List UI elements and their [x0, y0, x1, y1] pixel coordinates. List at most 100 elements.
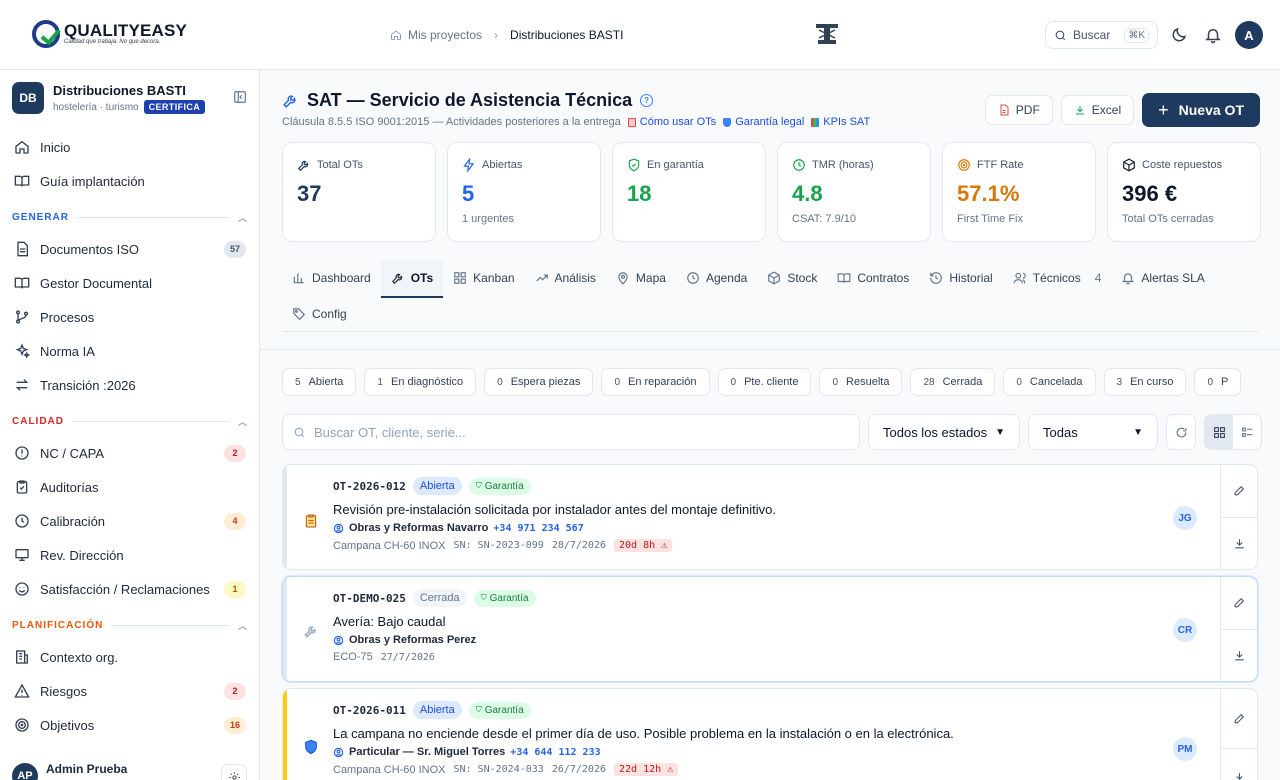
kpi-subtext: 1 urgentes — [462, 213, 514, 225]
sidebar-item-contexto[interactable]: Contexto org. — [0, 640, 259, 674]
tab-contratos[interactable]: Contratos — [827, 260, 919, 296]
ot-date: 26/7/2026 — [551, 764, 606, 775]
tab-kanban[interactable]: Kanban — [443, 260, 524, 296]
clock-icon — [15, 514, 29, 528]
ot-code[interactable]: OT-2026-011 — [333, 704, 406, 717]
download-button[interactable] — [1221, 516, 1257, 570]
global-search-button[interactable]: Buscar ⌘K — [1045, 21, 1158, 49]
sidebar-item-norma-ia[interactable]: Norma IA — [0, 334, 259, 368]
sidebar-item-documentos-iso[interactable]: Documentos ISO 57 — [0, 232, 259, 266]
sidebar-item-gestor-documental[interactable]: Gestor Documental — [0, 266, 259, 300]
chip-count: 1 — [377, 376, 383, 388]
page-subtitle: Cláusula 8.5.5 ISO 9001:2015 — Actividad… — [282, 116, 621, 128]
tab-config[interactable]: Config — [282, 296, 357, 332]
status-select[interactable]: Todos los estados ▼ — [868, 414, 1020, 450]
sidebar-item-guia[interactable]: Guía implantación — [0, 164, 259, 198]
technician-avatar[interactable]: JG — [1173, 506, 1197, 530]
breadcrumb-home[interactable]: Mis proyectos — [408, 28, 482, 42]
bell-icon[interactable] — [1204, 26, 1222, 44]
link-como-usar[interactable]: Cómo usar OTs — [627, 116, 716, 128]
export-pdf-button[interactable]: PDF — [984, 95, 1053, 125]
tab-tecnicos[interactable]: Técnicos 4 — [1003, 260, 1112, 296]
section-generar[interactable]: GENERAR ︿ — [0, 202, 259, 232]
ot-phone[interactable]: +34 644 112 233 — [510, 747, 600, 758]
warranty-label: Garantía — [484, 480, 524, 492]
export-excel-button[interactable]: Excel — [1060, 95, 1135, 125]
settings-button[interactable] — [221, 764, 247, 780]
sidebar-item-satisfaccion[interactable]: Satisfacción / Reclamaciones 1 — [0, 572, 259, 606]
tab-alertas-sla[interactable]: Alertas SLA — [1111, 260, 1214, 296]
status-chip[interactable]: 0 Resuelta — [819, 368, 903, 396]
ot-search-input[interactable]: Buscar OT, cliente, serie... — [282, 414, 860, 450]
moon-icon[interactable] — [1170, 26, 1188, 44]
sidebar-item-nc-capa[interactable]: NC / CAPA 2 — [0, 436, 259, 470]
tab-ots[interactable]: OTs — [380, 260, 444, 298]
sidebar-item-procesos[interactable]: Procesos — [0, 300, 259, 334]
brand-name: QUALITYEASY — [64, 21, 188, 40]
ot-description: La campana no enciende desde el primer d… — [333, 726, 954, 741]
tab-dashboard[interactable]: Dashboard — [282, 260, 381, 296]
kpi-card: Total OTs 37 — [282, 142, 436, 242]
link-garantia[interactable]: Garantía legal — [723, 116, 804, 128]
ot-description: Avería: Bajo caudal — [333, 614, 446, 629]
link-label: Garantía legal — [735, 116, 805, 128]
ot-card[interactable]: OT-2026-012 Abierta ⛉ Garantía Revisión p… — [282, 464, 1258, 570]
help-icon[interactable]: ? — [640, 94, 654, 107]
technician-avatar[interactable]: PM — [1173, 737, 1197, 761]
status-chip[interactable]: 0 En reparación — [601, 368, 710, 396]
status-chip[interactable]: 0 Cancelada — [1003, 368, 1096, 396]
ot-phone[interactable]: +34 971 234 567 — [493, 523, 583, 534]
edit-button[interactable] — [1221, 689, 1257, 748]
refresh-button[interactable] — [1166, 414, 1196, 450]
kpi-label-row: FTF Rate — [957, 158, 1081, 172]
tab-historial[interactable]: Historial — [919, 260, 1002, 296]
sidebar-item-calibracion[interactable]: Calibración 4 — [0, 504, 259, 538]
new-ot-button[interactable]: + Nueva OT — [1142, 93, 1260, 127]
sidebar-item-riesgos[interactable]: Riesgos 2 — [0, 674, 259, 708]
technician-avatar[interactable]: CR — [1173, 618, 1197, 642]
grid-view-button[interactable] — [1205, 415, 1233, 449]
priority-select[interactable]: Todas ▼ — [1028, 414, 1158, 450]
status-chip[interactable]: 0 Espera piezas — [484, 368, 594, 396]
status-chip[interactable]: 1 En diagnóstico — [364, 368, 477, 396]
sidebar-item-inicio[interactable]: Inicio — [0, 130, 259, 164]
sidebar-item-transicion[interactable]: Transición :2026 — [0, 368, 259, 402]
status-chip[interactable]: 28 Cerrada — [910, 368, 996, 396]
sidebar-user[interactable]: AP Admin Prueba — [12, 760, 247, 780]
sidebar-item-rev-direccion[interactable]: Rev. Dirección — [0, 538, 259, 572]
status-chip[interactable]: 0P — [1194, 368, 1242, 396]
chip-label: En curso — [1130, 376, 1174, 388]
edit-button[interactable] — [1221, 465, 1257, 517]
ot-code[interactable]: OT-DEMO-025 — [333, 592, 406, 605]
user-avatar[interactable]: A — [1235, 21, 1263, 49]
tab-agenda[interactable]: Agenda — [676, 260, 757, 296]
ot-card[interactable]: OT-2026-011 Abierta ⛉ Garantía La campana… — [282, 688, 1258, 780]
tab-stock[interactable]: Stock — [757, 260, 827, 296]
link-kpis[interactable]: KPIs SAT — [811, 116, 870, 128]
section-calidad[interactable]: CALIDAD ︿ — [0, 406, 259, 436]
edit-button[interactable] — [1221, 577, 1257, 629]
collapse-sidebar-icon[interactable] — [233, 90, 247, 104]
status-chip[interactable]: 3 En curso — [1103, 368, 1187, 396]
download-button[interactable] — [1221, 628, 1257, 682]
ot-code[interactable]: OT-2026-012 — [333, 480, 406, 493]
sidebar-item-auditorias[interactable]: Auditorías — [0, 470, 259, 504]
status-badge: Abierta — [412, 477, 462, 495]
chip-count: 5 — [295, 376, 301, 388]
kpi-label-row: TMR (horas) — [792, 158, 916, 172]
ot-card[interactable]: OT-DEMO-025 Cerrada ⛉ Garantía Avería: Ba… — [282, 576, 1258, 682]
org-switcher[interactable]: DB Distribuciones BASTI hostelería · tur… — [12, 82, 247, 116]
status-chip[interactable]: 0 Pte. cliente — [717, 368, 812, 396]
tab-mapa[interactable]: Mapa — [606, 260, 676, 296]
list-view-button[interactable] — [1233, 415, 1261, 449]
shield-check-icon: ⛉ — [480, 593, 487, 602]
tab-label: Kanban — [473, 271, 515, 285]
sidebar-item-objetivos[interactable]: Objetivos 16 — [0, 708, 259, 742]
download-icon — [1075, 106, 1084, 115]
status-chip[interactable]: 5 Abierta — [282, 368, 357, 396]
download-button[interactable] — [1221, 747, 1257, 780]
wrench-icon — [304, 626, 316, 638]
tab-analisis[interactable]: Análisis — [525, 260, 606, 296]
section-planificacion[interactable]: PLANIFICACIÓN ︿ — [0, 610, 259, 640]
brand-logo[interactable]: QUALITYEASY Calidad que trabaja. No que … — [32, 20, 187, 48]
